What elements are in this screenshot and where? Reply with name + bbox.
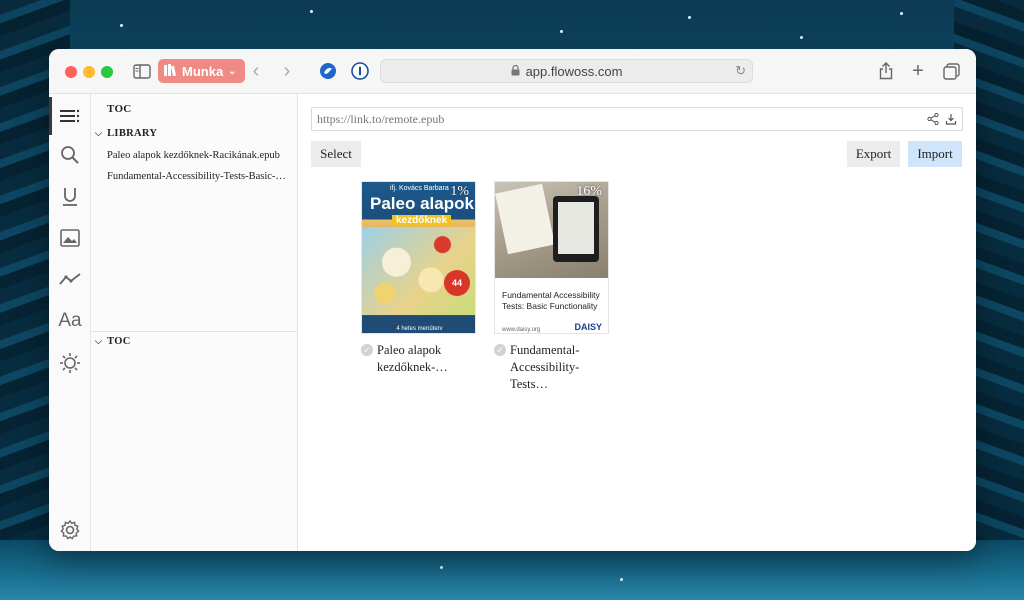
chevron-down-icon: ⌄: [228, 65, 237, 77]
toc-icon[interactable]: [49, 97, 83, 135]
tab-group-label: Munka: [182, 63, 224, 79]
zoom-window-button[interactable]: [101, 66, 113, 78]
cover-badge: 44: [444, 270, 470, 296]
book-cover[interactable]: 16% Fundamental Accessibility Tests: Bas…: [494, 181, 609, 334]
background-star: [440, 566, 443, 569]
cover-logo: DAISY: [574, 322, 602, 332]
typography-icon[interactable]: Aa: [57, 308, 83, 334]
book-title-row: ✓ Fundamental-Accessibility-Tests…: [494, 342, 609, 393]
background-star: [560, 30, 563, 33]
select-button[interactable]: Select: [311, 141, 361, 167]
cover-url: www.daisy.org: [502, 327, 541, 333]
background-star: [620, 578, 623, 581]
cover-ereader: [553, 196, 599, 262]
minimize-window-button[interactable]: [83, 66, 95, 78]
password-manager-icon[interactable]: [349, 60, 371, 82]
lock-icon: [511, 64, 520, 79]
address-text: app.flowoss.com: [525, 63, 623, 79]
tab-group-selector[interactable]: Munka ⌄: [158, 59, 245, 83]
title-bar: Munka ⌄ ‹ › app.flowoss.com ↻ +: [49, 49, 976, 94]
cover-subtitle: kezdőknek: [392, 215, 452, 226]
back-arrow-icon[interactable]: ‹: [245, 60, 267, 82]
import-button[interactable]: Import: [908, 141, 962, 167]
settings-icon[interactable]: [57, 517, 83, 543]
cover-footer: 4 hetes menüterv: [362, 316, 475, 333]
background-star: [310, 10, 313, 13]
chevron-down-icon: ⌵: [95, 128, 103, 138]
panel-divider[interactable]: [91, 331, 298, 332]
underline-icon[interactable]: [57, 184, 83, 210]
panel-title: TOC: [107, 103, 132, 115]
sidebar-toggle-icon[interactable]: [131, 60, 153, 82]
cover-paper-book: [495, 183, 555, 255]
extension-bird-icon[interactable]: [317, 60, 339, 82]
background-star: [688, 16, 691, 19]
share-icon[interactable]: [875, 60, 897, 82]
export-button[interactable]: Export: [847, 141, 900, 167]
library-section-label: LIBRARY: [107, 128, 158, 139]
tab-overview-icon[interactable]: [940, 60, 962, 82]
cover-author: ifj. Kovács Barbara: [390, 185, 449, 192]
library-item[interactable]: Paleo alapok kezdőknek-Racikának.epub: [107, 150, 289, 161]
search-icon[interactable]: [57, 142, 83, 168]
library-view: Select Export Import ifj. Kovács Barbara…: [298, 94, 976, 551]
toc-panel: TOC ⌵ LIBRARY Paleo alapok kezdőknek-Rac…: [91, 94, 298, 551]
ereader-screen: [558, 202, 594, 254]
toc-section-header[interactable]: ⌵ TOC: [95, 336, 131, 347]
timeline-icon[interactable]: [57, 266, 83, 292]
background-star: [800, 36, 803, 39]
reload-icon[interactable]: ↻: [735, 63, 746, 79]
background-star: [900, 12, 903, 15]
browser-window: Munka ⌄ ‹ › app.flowoss.com ↻ + Aa TOC ⌵…: [49, 49, 976, 551]
progress-percent: 1%: [450, 184, 469, 199]
remote-epub-url-input[interactable]: [311, 107, 963, 131]
book-title-row: ✓ Paleo alapok kezdőknek-…: [361, 342, 476, 376]
check-icon[interactable]: ✓: [361, 344, 373, 356]
toc-section-label: TOC: [107, 336, 131, 347]
theme-icon[interactable]: [57, 350, 83, 376]
background-star: [120, 24, 123, 27]
book-card[interactable]: 16% Fundamental Accessibility Tests: Bas…: [494, 181, 609, 393]
forward-arrow-icon[interactable]: ›: [276, 60, 298, 82]
download-icon[interactable]: [945, 112, 957, 130]
activity-bar: Aa: [49, 94, 91, 551]
new-tab-icon[interactable]: +: [907, 60, 929, 82]
book-title: Paleo alapok kezdőknek-…: [377, 343, 448, 374]
share-icon[interactable]: [927, 112, 939, 130]
image-icon[interactable]: [57, 225, 83, 251]
library-section-header[interactable]: ⌵ LIBRARY: [95, 128, 157, 139]
url-actions: [927, 112, 957, 130]
book-cover[interactable]: ifj. Kovács Barbara Paleo alapok kezdőkn…: [361, 181, 476, 334]
books-icon: [164, 63, 177, 79]
address-bar[interactable]: app.flowoss.com ↻: [380, 59, 753, 83]
check-icon[interactable]: ✓: [494, 344, 506, 356]
library-item[interactable]: Fundamental-Accessibility-Tests-Basic-Fu…: [107, 171, 289, 182]
cover-title: Fundamental Accessibility Tests: Basic F…: [502, 290, 600, 311]
chevron-down-icon: ⌵: [95, 336, 103, 346]
close-window-button[interactable]: [65, 66, 77, 78]
book-title: Fundamental-Accessibility-Tests…: [510, 343, 580, 391]
progress-percent: 16%: [576, 184, 602, 199]
book-card[interactable]: ifj. Kovács Barbara Paleo alapok kezdőkn…: [361, 181, 476, 376]
